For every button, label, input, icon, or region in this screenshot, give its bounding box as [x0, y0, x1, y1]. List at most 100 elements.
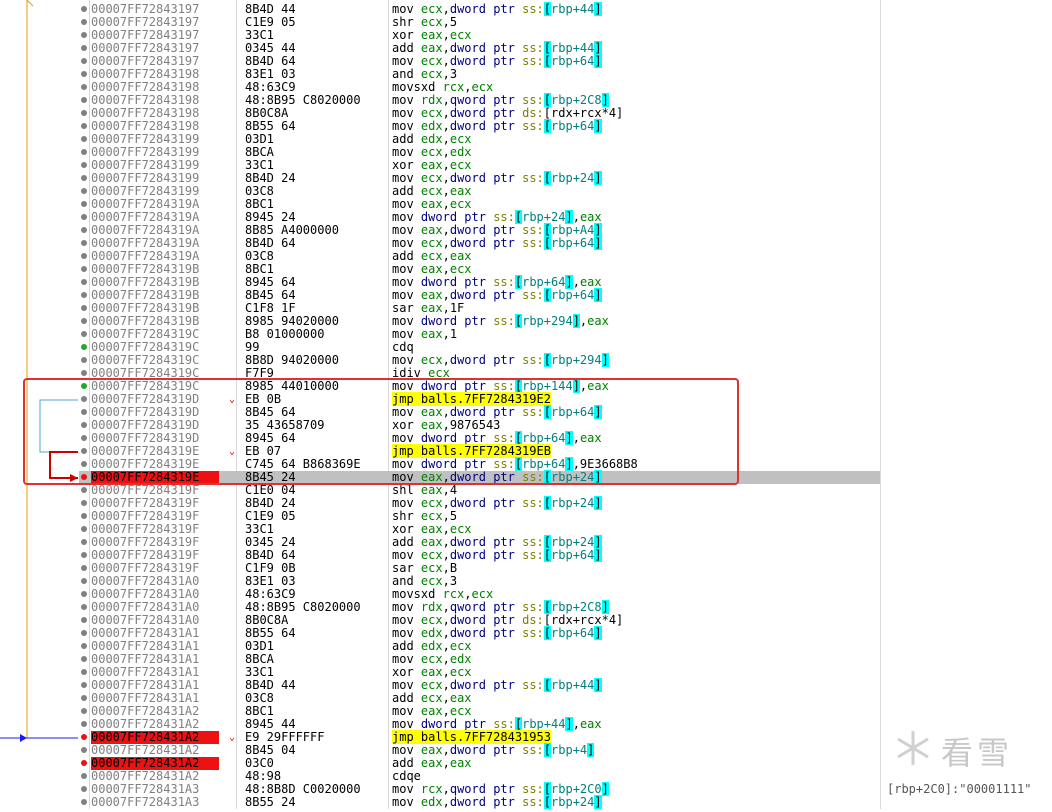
instruction-token [414, 704, 421, 718]
instruction-token: mov [392, 353, 414, 367]
instruction-row[interactable]: 00007FF728431A1 8B4D 44 mov ecx,dword ptr … [79, 678, 880, 692]
breakpoint-dot-icon[interactable] [81, 708, 87, 714]
breakpoint-dot-icon[interactable] [81, 799, 87, 805]
breakpoint-dot-icon[interactable] [81, 97, 87, 103]
instruction-row[interactable]: 00007FF72843199 03D1 add edx,ecx [79, 133, 880, 146]
breakpoint-dot-icon[interactable] [81, 682, 87, 688]
instruction-token: rcx [442, 80, 465, 94]
instruction-row[interactable]: 00007FF7284319A 03C8 add ecx,eax [79, 250, 880, 263]
breakpoint-dot-icon[interactable] [81, 149, 87, 155]
instruction-row[interactable]: 00007FF728431A2 8B45 04 mov eax,dword ptr … [79, 743, 880, 757]
instruction-row[interactable]: 00007FF7284319B 8985 94020000 mov dword pt… [79, 314, 880, 328]
breakpoint-dot-icon[interactable] [81, 591, 87, 597]
breakpoint-dot-icon[interactable] [81, 734, 87, 740]
instruction-row[interactable]: 00007FF72843197 C1E9 05 shr ecx,5 [79, 16, 880, 29]
breakpoint-dot-icon[interactable] [81, 565, 87, 571]
breakpoint-dot-icon[interactable] [81, 578, 87, 584]
breakpoint-dot-icon[interactable] [81, 344, 87, 350]
breakpoint-dot-icon[interactable] [81, 19, 87, 25]
breakpoint-dot-icon[interactable] [81, 201, 87, 207]
instruction-token: edx [420, 626, 443, 640]
breakpoint-dot-icon[interactable] [81, 604, 87, 610]
instruction-token [414, 496, 421, 510]
instruction-bytes: 8B4D 24 [245, 497, 296, 510]
breakpoint-dot-icon[interactable] [81, 370, 87, 376]
instruction-row[interactable]: 00007FF72843197 8B4D 64 mov ecx,dword ptr … [79, 54, 880, 68]
breakpoint-dot-icon[interactable] [81, 630, 87, 636]
breakpoint-dot-icon[interactable] [81, 305, 87, 311]
breakpoint-dot-icon[interactable] [81, 136, 87, 142]
instruction-row[interactable]: 00007FF7284319C 8B8D 94020000 mov ecx,dwor… [79, 353, 880, 367]
instruction-token [414, 184, 421, 198]
breakpoint-dot-icon[interactable] [81, 318, 87, 324]
breakpoint-dot-icon[interactable] [81, 357, 87, 363]
instruction-row[interactable]: 00007FF728431A1 8B55 64 mov edx,dword ptr … [79, 626, 880, 640]
breakpoint-dot-icon[interactable] [81, 331, 87, 337]
instruction-row[interactable]: 00007FF728431A2 03C0 add eax,eax [79, 757, 880, 770]
breakpoint-dot-icon[interactable] [81, 227, 87, 233]
instruction-row[interactable]: 00007FF72843199 03C8 add ecx,eax [79, 185, 880, 198]
instruction-row[interactable]: 00007FF7284319F 8B4D 24 mov ecx,dword ptr … [79, 496, 880, 510]
breakpoint-dot-icon[interactable] [81, 6, 87, 12]
breakpoint-dot-icon[interactable] [81, 669, 87, 675]
breakpoint-dot-icon[interactable] [81, 695, 87, 701]
breakpoint-dot-icon[interactable] [81, 214, 87, 220]
breakpoint-dot-icon[interactable] [81, 656, 87, 662]
instruction-token: [ [543, 548, 552, 562]
breakpoint-dot-icon[interactable] [81, 32, 87, 38]
breakpoint-dot-icon[interactable] [81, 773, 87, 779]
breakpoint-dot-icon[interactable] [81, 747, 87, 753]
breakpoint-dot-icon[interactable] [81, 513, 87, 519]
instruction-address: 00007FF728431A0 [91, 601, 200, 614]
instruction-row[interactable]: 00007FF72843197 8B4D 44 mov ecx,dword ptr … [79, 2, 880, 16]
breakpoint-dot-icon[interactable] [81, 539, 87, 545]
instruction-row[interactable]: 00007FF7284319F C1E9 05 shr ecx,5 [79, 510, 880, 523]
breakpoint-dot-icon[interactable] [81, 84, 87, 90]
breakpoint-dot-icon[interactable] [81, 123, 87, 129]
breakpoint-dot-icon[interactable] [81, 45, 87, 51]
breakpoint-dot-icon[interactable] [81, 58, 87, 64]
breakpoint-dot-icon[interactable] [81, 253, 87, 259]
instruction-row[interactable]: 00007FF7284319C B8 01000000 mov eax,1 [79, 328, 880, 341]
breakpoint-dot-icon[interactable] [81, 240, 87, 246]
instruction-row[interactable]: 00007FF7284319A 8B4D 64 mov ecx,dword ptr … [79, 236, 880, 250]
instruction-bytes: 0345 24 [245, 536, 296, 549]
instruction-token: , [442, 54, 450, 68]
instruction-row[interactable]: 00007FF728431A1 03C8 add ecx,eax [79, 692, 880, 705]
breakpoint-dot-icon[interactable] [81, 279, 87, 285]
instruction-row[interactable]: 00007FF728431A3 8B55 24 mov edx,dword ptr … [79, 795, 880, 809]
instruction-row[interactable]: 00007FF728431A1 8BCA mov ecx,edx [79, 653, 880, 666]
instruction-token: , [442, 743, 450, 757]
breakpoint-dot-icon[interactable] [81, 643, 87, 649]
instruction-row[interactable]: 00007FF72843199 8BCA mov ecx,edx [79, 146, 880, 159]
breakpoint-dot-icon[interactable] [81, 292, 87, 298]
breakpoint-dot-icon[interactable] [81, 162, 87, 168]
instruction-row[interactable]: 00007FF7284319F C1F9 0B sar ecx,B [79, 562, 880, 575]
breakpoint-dot-icon[interactable] [81, 786, 87, 792]
watermark-text: 看雪 [941, 734, 1014, 772]
breakpoint-dot-icon[interactable] [81, 487, 87, 493]
breakpoint-dot-icon[interactable] [81, 760, 87, 766]
breakpoint-dot-icon[interactable] [81, 188, 87, 194]
instruction-address: 00007FF728431A2 [91, 744, 200, 757]
instruction-token: ecx [449, 639, 472, 653]
instruction-row[interactable]: 00007FF7284319B 8B45 64 mov eax,dword ptr … [79, 288, 880, 302]
instruction-token: ] [572, 314, 580, 328]
instruction-token: eax [420, 665, 443, 679]
instruction-token: shl [392, 483, 414, 497]
breakpoint-dot-icon[interactable] [81, 266, 87, 272]
breakpoint-dot-icon[interactable] [81, 526, 87, 532]
breakpoint-dot-icon[interactable] [81, 721, 87, 727]
instruction-row[interactable]: 00007FF728431A1 03D1 add edx,ecx [79, 640, 880, 653]
instruction-token: ecx [449, 665, 472, 679]
breakpoint-dot-icon[interactable] [81, 71, 87, 77]
breakpoint-dot-icon[interactable] [81, 175, 87, 181]
instruction-row[interactable]: 00007FF72843199 8B4D 24 mov ecx,dword ptr … [79, 171, 880, 185]
instruction-row[interactable]: 00007FF72843198 8B55 64 mov edx,dword ptr … [79, 119, 880, 133]
breakpoint-dot-icon[interactable] [81, 500, 87, 506]
breakpoint-dot-icon[interactable] [81, 617, 87, 623]
breakpoint-dot-icon[interactable] [81, 110, 87, 116]
instruction-token: ss: [522, 119, 544, 133]
instruction-row[interactable]: 00007FF7284319F 8B4D 64 mov ecx,dword ptr … [79, 548, 880, 562]
breakpoint-dot-icon[interactable] [81, 552, 87, 558]
